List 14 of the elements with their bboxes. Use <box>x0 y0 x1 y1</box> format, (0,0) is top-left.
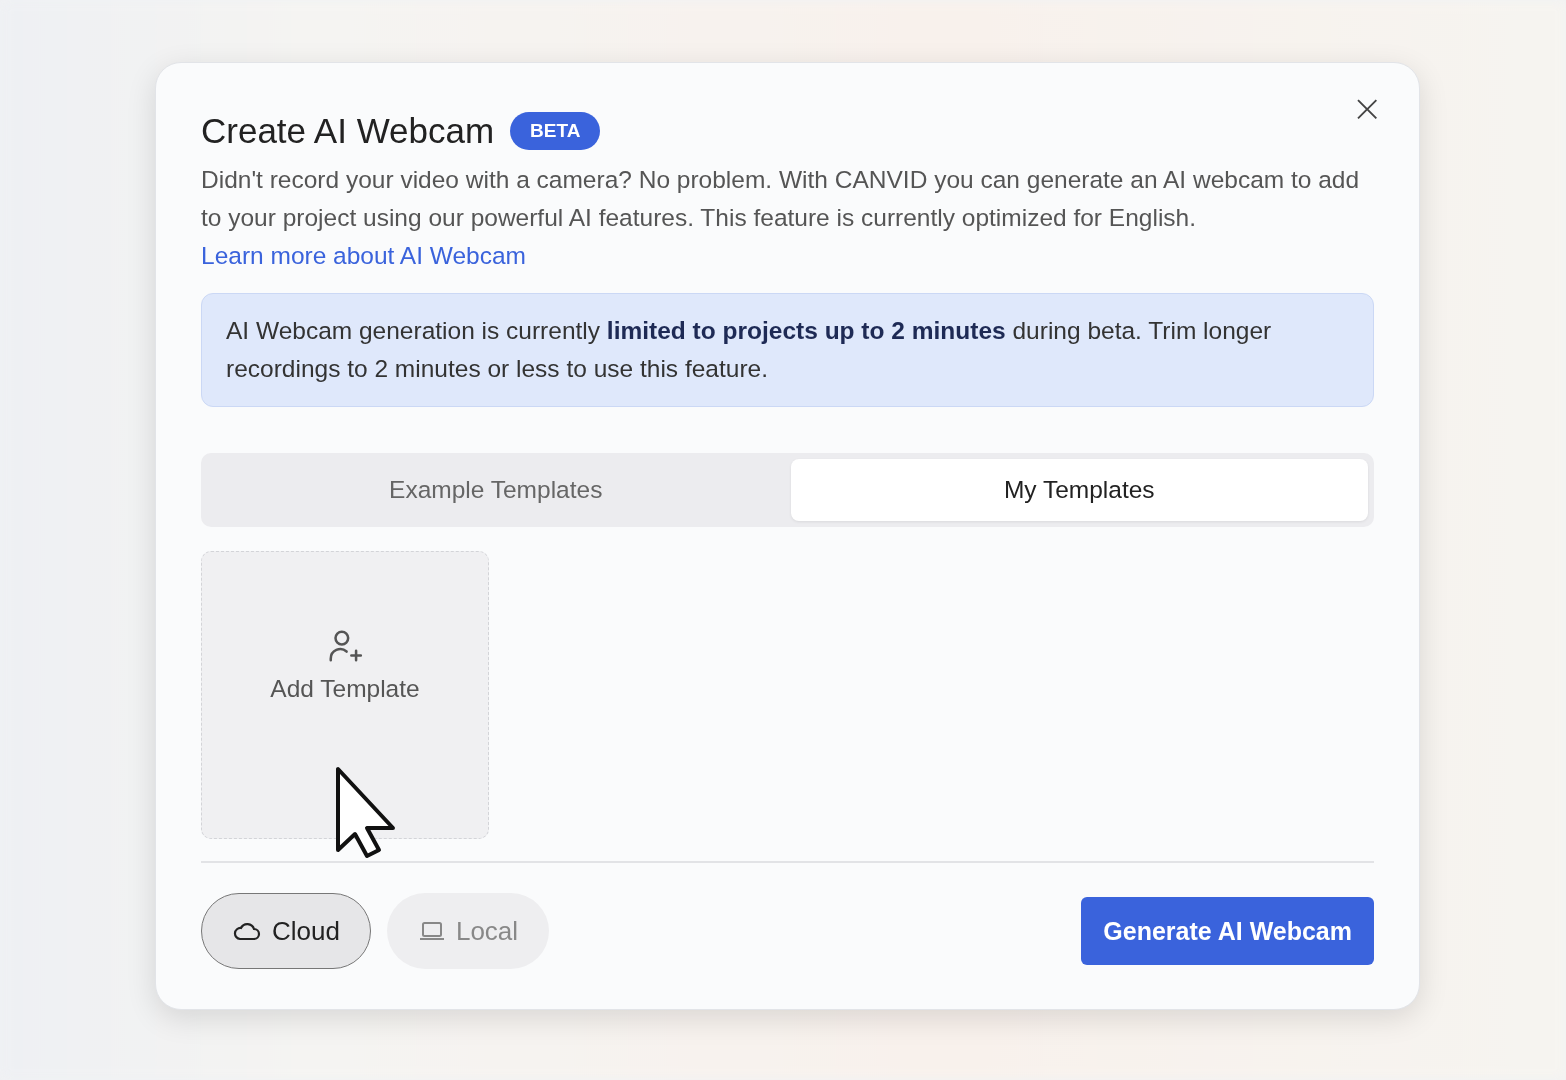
description-text: Didn't record your video with a camera? No problem. With CANVID you can generate an AI webcam to add to your project using our powerful AI features. This feature is currently optimized for English. Learn more about AI Webcam <box>201 165 1361 271</box>
close-button[interactable]: × <box>1347 89 1387 127</box>
add-template-label: Add Template <box>270 675 420 703</box>
mode-toggle[interactable]: Cloud <box>201 893 371 969</box>
add-template-card[interactable]: Add Template <box>201 551 489 839</box>
cloud-icon <box>232 920 262 942</box>
laptop-icon <box>417 920 446 942</box>
tab[interactable]: My Templates <box>790 459 1368 521</box>
notice-text: AI Webcam generation is currently limited to projects up to 2 minutes during beta. Trim longer recordings to 2 minutes or less to use this feature. <box>226 316 1273 384</box>
generate-button[interactable]: Generate AI Webcam <box>1081 897 1374 965</box>
beta-badge: BETA <box>510 112 601 150</box>
dialog-title: Create AI Webcam <box>201 111 495 151</box>
tab[interactable]: Example Templates <box>207 459 785 521</box>
learn-more-link[interactable]: Learn more about AI Webcam <box>201 242 527 269</box>
